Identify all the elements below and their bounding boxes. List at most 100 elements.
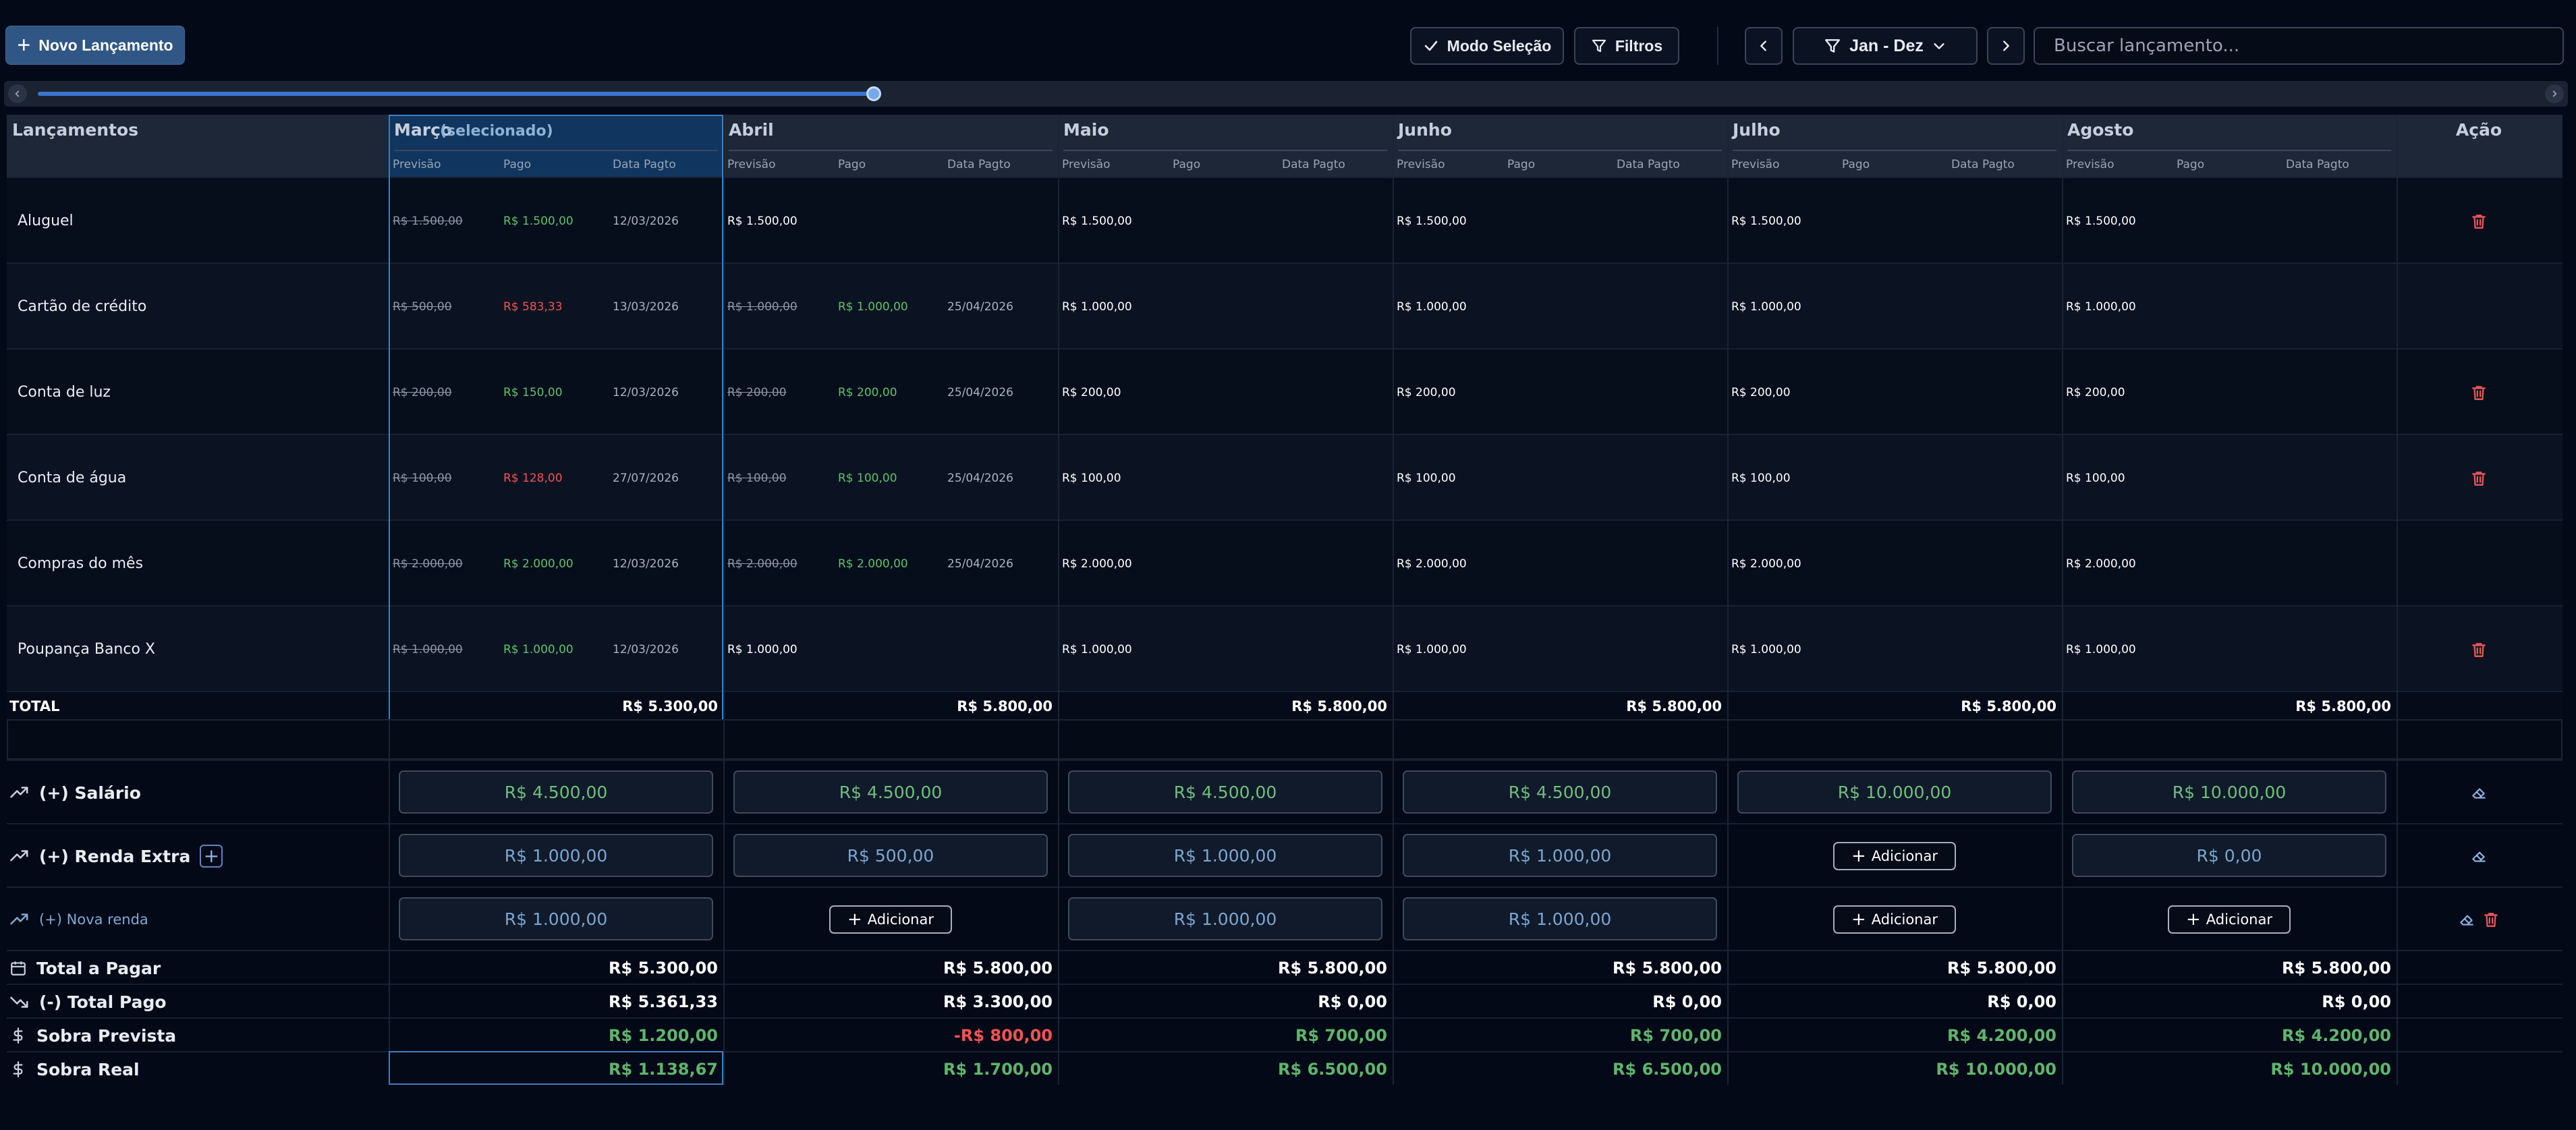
add-income-button[interactable]: + Adicionar (1833, 842, 1956, 870)
paid-date[interactable]: 25/04/2026 (947, 264, 1013, 349)
month-header-1[interactable]: Março (selecionado) Previsão Pago Data Pagto (389, 115, 723, 177)
clear-income-button[interactable] (2458, 911, 2475, 928)
forecast-value[interactable]: R$ 200,00 (727, 349, 787, 435)
forecast-value[interactable]: R$ 1.000,00 (2066, 264, 2136, 349)
forecast-value[interactable]: R$ 1.000,00 (727, 606, 797, 692)
clear-income-button[interactable] (2470, 784, 2488, 801)
income-value-field[interactable]: R$ 1.000,00 (399, 834, 713, 877)
forecast-value[interactable]: R$ 100,00 (727, 435, 787, 521)
paid-value[interactable]: R$ 128,00 (503, 435, 563, 521)
income-value-field[interactable]: R$ 1.000,00 (1403, 834, 1717, 877)
paid-date[interactable]: 12/03/2026 (613, 178, 679, 264)
income-value-field[interactable]: R$ 4.500,00 (399, 770, 713, 814)
period-select[interactable]: Jan - Dez (1793, 27, 1978, 65)
delete-entry-button[interactable] (2465, 349, 2492, 435)
forecast-value[interactable]: R$ 1.500,00 (1062, 178, 1132, 264)
new-entry-button[interactable]: + Novo Lançamento (5, 26, 185, 65)
paid-date[interactable]: 27/07/2026 (613, 435, 679, 521)
paid-value[interactable]: R$ 2.000,00 (503, 521, 573, 606)
add-income-source-button[interactable]: + (200, 845, 223, 868)
income-value-field[interactable]: R$ 10.000,00 (2072, 770, 2386, 814)
paid-date[interactable]: 12/03/2026 (613, 606, 679, 692)
scroll-right-button[interactable] (2545, 84, 2564, 103)
month-header-2[interactable]: Abril Previsão Pago Data Pagto (723, 115, 1058, 177)
income-value-field[interactable]: R$ 1.000,00 (1068, 897, 1382, 940)
forecast-value[interactable]: R$ 200,00 (2066, 349, 2125, 435)
month-header-4[interactable]: Junho Previsão Pago Data Pagto (1393, 115, 1727, 177)
forecast-value[interactable]: R$ 1.000,00 (1731, 606, 1801, 692)
paid-value[interactable]: R$ 1.000,00 (503, 606, 573, 692)
forecast-value[interactable]: R$ 1.500,00 (393, 178, 463, 264)
paid-date[interactable]: 12/03/2026 (613, 349, 679, 435)
forecast-value[interactable]: R$ 1.000,00 (1062, 264, 1132, 349)
income-value-field[interactable]: R$ 500,00 (733, 834, 1048, 877)
scroll-left-button[interactable] (8, 84, 27, 103)
forecast-value[interactable]: R$ 1.000,00 (727, 264, 797, 349)
selection-mode-button[interactable]: Modo Seleção (1410, 27, 1564, 65)
forecast-value[interactable]: R$ 500,00 (393, 264, 452, 349)
previous-period-button[interactable] (1745, 27, 1783, 65)
forecast-value[interactable]: R$ 2.000,00 (1731, 521, 1801, 606)
forecast-value[interactable]: R$ 1.500,00 (2066, 178, 2136, 264)
forecast-value[interactable]: R$ 1.000,00 (393, 606, 463, 692)
forecast-value[interactable]: R$ 200,00 (1731, 349, 1791, 435)
income-value-field[interactable]: R$ 1.000,00 (1403, 897, 1717, 940)
paid-date[interactable]: 13/03/2026 (613, 264, 679, 349)
forecast-value[interactable]: R$ 100,00 (393, 435, 452, 521)
add-income-button[interactable]: + Adicionar (829, 905, 952, 934)
forecast-value[interactable]: R$ 2.000,00 (727, 521, 797, 606)
forecast-value[interactable]: R$ 100,00 (1397, 435, 1456, 521)
month-header-5[interactable]: Julho Previsão Pago Data Pagto (1727, 115, 2062, 177)
forecast-value[interactable]: R$ 200,00 (1397, 349, 1456, 435)
paid-date[interactable]: 25/04/2026 (947, 435, 1013, 521)
add-income-button[interactable]: + Adicionar (2168, 905, 2291, 934)
forecast-value[interactable]: R$ 1.500,00 (727, 178, 797, 264)
forecast-value[interactable]: R$ 1.000,00 (1731, 264, 1801, 349)
income-value-field[interactable]: R$ 1.000,00 (399, 897, 713, 940)
month-header-3[interactable]: Maio Previsão Pago Data Pagto (1058, 115, 1393, 177)
paid-value[interactable]: R$ 150,00 (503, 349, 563, 435)
clear-income-button[interactable] (2470, 847, 2488, 865)
add-income-button[interactable]: + Adicionar (1833, 905, 1956, 934)
forecast-value[interactable]: R$ 1.000,00 (1062, 606, 1132, 692)
paid-date[interactable]: 12/03/2026 (613, 521, 679, 606)
month-header-6[interactable]: Agosto Previsão Pago Data Pagto (2062, 115, 2397, 177)
forecast-value[interactable]: R$ 100,00 (1062, 435, 1121, 521)
forecast-value[interactable]: R$ 2.000,00 (1062, 521, 1132, 606)
filters-button[interactable]: Filtros (1574, 27, 1679, 65)
delete-entry-button[interactable] (2465, 606, 2492, 692)
forecast-value[interactable]: R$ 1.000,00 (1397, 606, 1467, 692)
forecast-value[interactable]: R$ 1.500,00 (1397, 178, 1467, 264)
paid-value[interactable]: R$ 1.000,00 (838, 264, 908, 349)
paid-date[interactable]: 25/04/2026 (947, 521, 1013, 606)
income-value-field[interactable]: R$ 4.500,00 (1403, 770, 1717, 814)
delete-entry-button[interactable] (2465, 178, 2492, 264)
paid-value[interactable]: R$ 100,00 (838, 435, 897, 521)
income-value-field[interactable]: R$ 10.000,00 (1737, 770, 2052, 814)
paid-value[interactable]: R$ 1.500,00 (503, 178, 573, 264)
search-input[interactable] (2034, 27, 2564, 65)
income-value-field[interactable]: R$ 0,00 (2072, 834, 2386, 877)
forecast-value[interactable]: R$ 100,00 (1731, 435, 1791, 521)
delete-income-button[interactable] (2482, 911, 2500, 928)
forecast-value[interactable]: R$ 2.000,00 (2066, 521, 2136, 606)
paid-value[interactable]: R$ 2.000,00 (838, 521, 908, 606)
forecast-value[interactable]: R$ 100,00 (2066, 435, 2125, 521)
next-period-button[interactable] (1987, 27, 2025, 65)
delete-entry-button[interactable] (2465, 435, 2492, 521)
paid-date[interactable]: 25/04/2026 (947, 349, 1013, 435)
forecast-value[interactable]: R$ 200,00 (393, 349, 452, 435)
forecast-value[interactable]: R$ 2.000,00 (393, 521, 463, 606)
scroll-thumb[interactable] (866, 86, 881, 101)
horizontal-scrollbar[interactable] (4, 81, 2568, 107)
income-value-field[interactable]: R$ 4.500,00 (1068, 770, 1382, 814)
forecast-value[interactable]: R$ 200,00 (1062, 349, 1121, 435)
forecast-value[interactable]: R$ 1.500,00 (1731, 178, 1801, 264)
forecast-value[interactable]: R$ 1.000,00 (2066, 606, 2136, 692)
forecast-value[interactable]: R$ 1.000,00 (1397, 264, 1467, 349)
income-value-field[interactable]: R$ 1.000,00 (1068, 834, 1382, 877)
paid-value[interactable]: R$ 583,33 (503, 264, 563, 349)
income-value-field[interactable]: R$ 4.500,00 (733, 770, 1048, 814)
forecast-value[interactable]: R$ 2.000,00 (1397, 521, 1467, 606)
paid-value[interactable]: R$ 200,00 (838, 349, 897, 435)
